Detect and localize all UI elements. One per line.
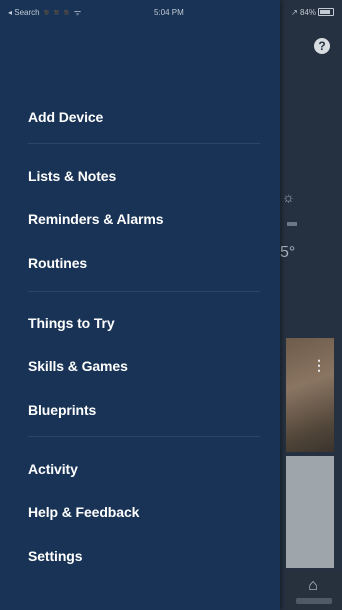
menu-divider: [28, 291, 260, 292]
menu-item-reminders-alarms[interactable]: Reminders & Alarms: [0, 202, 280, 236]
weather-icon: ☼: [282, 189, 295, 205]
home-icon[interactable]: ⌂: [304, 577, 322, 595]
menu-item-settings[interactable]: Settings: [0, 539, 280, 573]
status-back-to-search[interactable]: ◂ Search ◾◾◾ ᯤ: [8, 8, 81, 18]
menu-item-skills-games[interactable]: Skills & Games: [0, 349, 280, 383]
card-menu-icon[interactable]: ⋮: [312, 358, 326, 372]
menu-item-blueprints[interactable]: Blueprints: [0, 393, 280, 427]
menu-item-label: Skills & Games: [28, 358, 128, 374]
menu-divider: [28, 436, 260, 437]
menu-item-label: Lists & Notes: [28, 168, 117, 184]
status-battery-group: ↗ 84%: [291, 8, 334, 18]
card-image[interactable]: [286, 338, 334, 452]
menu-item-label: Reminders & Alarms: [28, 211, 164, 227]
weather-detail-bar: [287, 222, 297, 226]
menu-item-things-to-try[interactable]: Things to Try: [0, 306, 280, 340]
battery-icon: [318, 8, 334, 16]
menu-item-label: Add Device: [28, 109, 104, 125]
navigation-drawer: Add Device Lists & Notes Reminders & Ala…: [0, 0, 280, 610]
menu-item-lists-notes[interactable]: Lists & Notes: [0, 159, 280, 193]
menu-item-label: Things to Try: [28, 315, 115, 331]
status-time: 5:04 PM: [154, 8, 184, 17]
status-battery-text: ↗ 84%: [291, 8, 316, 17]
menu-item-label: Settings: [28, 548, 83, 564]
menu-item-label: Activity: [28, 461, 78, 477]
menu-item-label: Routines: [28, 255, 88, 271]
menu-item-label: Blueprints: [28, 402, 97, 418]
card-panel[interactable]: [286, 456, 334, 568]
nav-label: [296, 598, 332, 604]
temperature-text: 5°: [280, 244, 296, 261]
menu-item-label: Help & Feedback: [28, 504, 140, 520]
menu-divider: [28, 143, 260, 144]
status-bar: ◂ Search ◾◾◾ ᯤ 5:04 PM ↗ 84%: [0, 0, 342, 22]
app-screen: ? ☼ 5° ⋮ ⌂ Add Device Lists & Notes Remi…: [0, 0, 342, 610]
menu-item-activity[interactable]: Activity: [0, 452, 280, 486]
help-icon[interactable]: ?: [314, 38, 330, 54]
menu-item-add-device[interactable]: Add Device: [0, 100, 280, 134]
menu-item-routines[interactable]: Routines: [0, 246, 280, 280]
menu-item-help-feedback[interactable]: Help & Feedback: [0, 495, 280, 529]
